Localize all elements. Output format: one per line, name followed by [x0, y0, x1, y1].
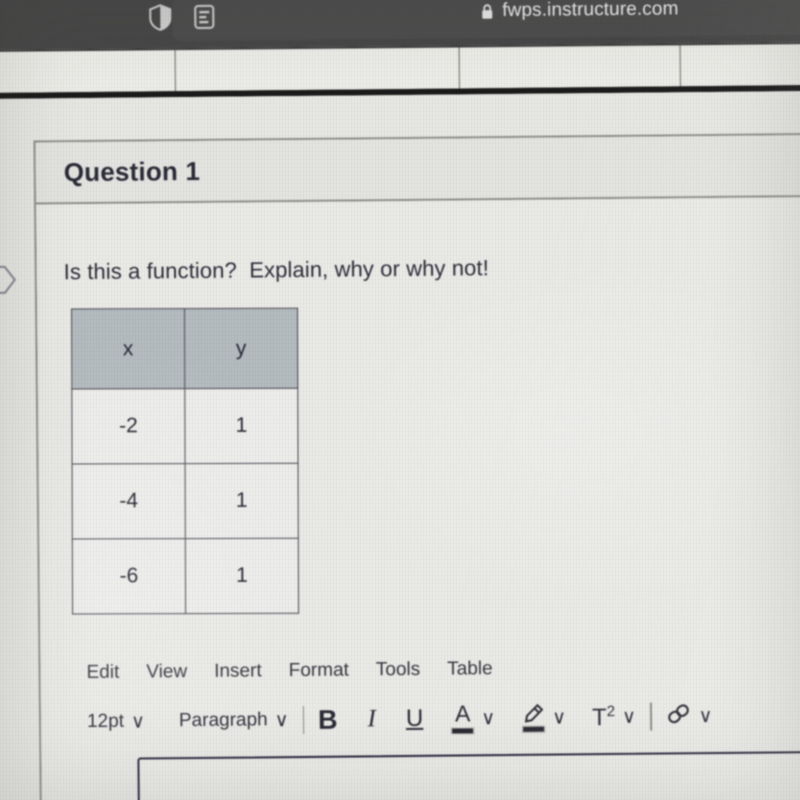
text-color-icon: A [451, 700, 475, 735]
table-cell-x: -6 [72, 538, 186, 614]
superscript-icon: T2 [592, 702, 615, 731]
font-size-value: 12pt [86, 710, 125, 733]
editor-menubar: Edit View Insert Format Tools Table [86, 658, 492, 684]
table-header-row: x y [71, 308, 298, 389]
table-cell-y: 1 [184, 388, 299, 464]
lock-icon [480, 3, 494, 20]
text-color-swatch [451, 727, 475, 735]
question-prompt: Is this a function? Explain, why or why … [63, 255, 489, 285]
link-icon [665, 703, 691, 730]
table-row: -4 1 [72, 463, 299, 539]
toolbar-divider [302, 705, 305, 734]
table-cell-x: -4 [72, 463, 186, 539]
browser-tab[interactable] [459, 45, 681, 89]
photo-of-screen: fwps.instructure.com Question 1 Is this … [0, 0, 800, 800]
link-dropdown[interactable]: ∨ [665, 703, 713, 730]
text-color-dropdown[interactable]: A ∨ [451, 700, 496, 735]
underline-button[interactable]: U [406, 705, 424, 733]
screen-plane: fwps.instructure.com Question 1 Is this … [0, 0, 800, 800]
superscript-dropdown[interactable]: T2 ∨ [592, 702, 636, 731]
highlight-color-dropdown[interactable]: ∨ [521, 702, 567, 733]
chevron-down-icon: ∨ [698, 705, 713, 727]
italic-button[interactable]: I [367, 705, 376, 733]
superscript-base: T [591, 703, 607, 731]
chevron-down-icon: ∨ [622, 706, 637, 728]
data-table: x y -2 1 -4 1 -6 1 [71, 308, 299, 615]
chevron-down-icon: ∨ [130, 711, 146, 733]
block-format-dropdown[interactable]: Paragraph ∨ [179, 709, 289, 733]
page-content: Question 1 Is this a function? Explain, … [0, 91, 800, 800]
table-header-y: y [184, 308, 298, 389]
question-body: Is this a function? Explain, why or why … [36, 196, 800, 800]
question-card: Question 1 Is this a function? Explain, … [33, 132, 800, 800]
table-cell-y: 1 [185, 538, 299, 614]
bold-button[interactable]: B [318, 704, 338, 735]
highlight-color-swatch [521, 725, 545, 733]
chevron-down-icon: ∨ [552, 706, 567, 729]
browser-tab[interactable] [680, 44, 800, 87]
menu-item-table[interactable]: Table [447, 658, 493, 680]
menu-item-tools[interactable]: Tools [376, 659, 421, 681]
font-size-dropdown[interactable]: 12pt ∨ [87, 710, 145, 734]
table-header-x: x [71, 308, 185, 389]
menu-item-insert[interactable]: Insert [214, 660, 262, 682]
toolbar-divider [649, 702, 652, 731]
menu-item-format[interactable]: Format [289, 660, 349, 683]
table-cell-x: -2 [71, 388, 186, 464]
table-cell-y: 1 [185, 463, 299, 539]
answer-textarea[interactable] [137, 750, 800, 800]
menu-item-edit[interactable]: Edit [86, 662, 119, 684]
page-title: Question 1 [63, 155, 201, 188]
question-header: Question 1 [35, 134, 800, 205]
table-row: -6 1 [72, 538, 299, 614]
table-row: -2 1 [71, 388, 299, 464]
chevron-down-icon: ∨ [481, 707, 496, 729]
browser-tab[interactable] [0, 50, 176, 94]
browser-tab[interactable] [175, 47, 460, 92]
menu-item-view[interactable]: View [146, 661, 187, 683]
url-text[interactable]: fwps.instructure.com [502, 0, 678, 22]
block-format-value: Paragraph [178, 709, 268, 732]
reader-view-icon[interactable] [190, 3, 218, 31]
chevron-down-icon: ∨ [274, 709, 289, 731]
shield-icon[interactable] [145, 2, 175, 32]
text-color-letter: A [454, 700, 471, 727]
flag-icon[interactable] [0, 259, 19, 301]
superscript-exponent: 2 [606, 702, 616, 720]
editor-toolbar: 12pt ∨ Paragraph ∨ B I U A ∨ ∨ T2 ∨ ∨ [87, 696, 713, 742]
highlighter-icon [521, 703, 545, 733]
